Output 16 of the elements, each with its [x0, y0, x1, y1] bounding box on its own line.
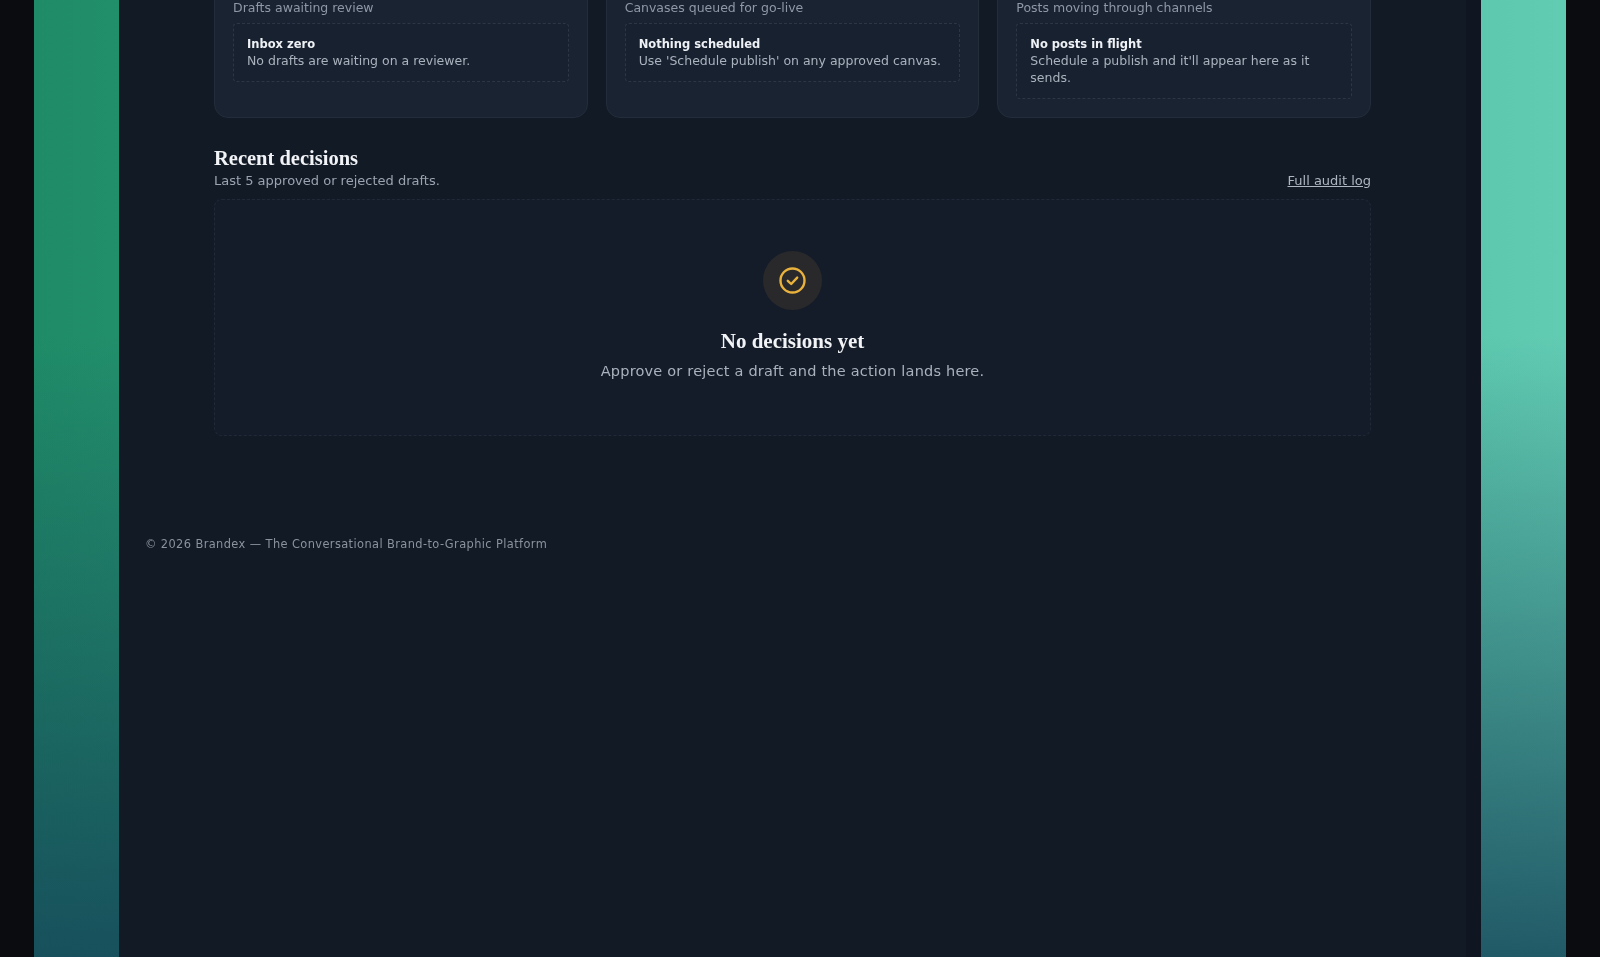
footer-text: © 2026 Brandex — The Conversational Brand-to-Graphic Platform [145, 536, 548, 552]
empty-state-title: No decisions yet [720, 330, 865, 353]
notice-title: No posts in flight [1030, 36, 1143, 52]
card-subtitle: Drafts awaiting review [233, 1, 375, 15]
notice-text: Use 'Schedule publish' on any approved canvas. [638, 52, 942, 69]
section-subtitle: Last 5 approved or rejected drafts. [214, 173, 440, 189]
empty-state-text: Approve or reject a draft and the action lands here. [600, 362, 985, 381]
notice-title: Nothing scheduled [638, 36, 762, 52]
section-title: Recent decisions [214, 147, 360, 170]
card-subtitle: Posts moving through channels [1016, 1, 1214, 15]
notice-title: Inbox zero [247, 36, 317, 52]
card-subtitle: Canvases queued for go-live [624, 1, 805, 15]
audit-log-link[interactable]: Full audit log [1287, 173, 1371, 189]
check-circle-icon [763, 251, 822, 310]
notice-text: No drafts are waiting on a reviewer. [247, 52, 472, 69]
notice-text: Schedule a publish and it'll appear here as it sends. [1030, 52, 1311, 86]
